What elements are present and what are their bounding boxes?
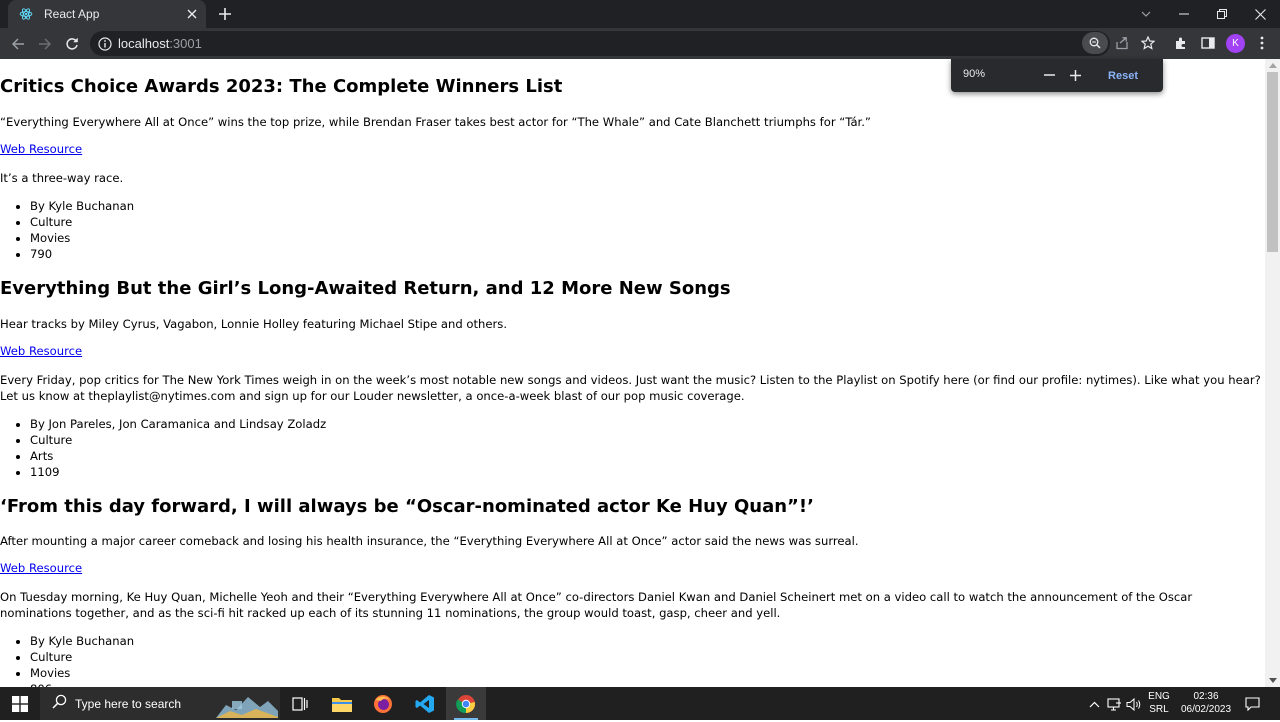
- article-abstract: After mounting a major career comeback a…: [0, 534, 859, 548]
- article-title: Critics Choice Awards 2023: The Complete…: [0, 76, 563, 97]
- meta-count: 790: [30, 246, 134, 262]
- taskbar-search-box[interactable]: Type here to search: [40, 687, 280, 720]
- meta-section: Culture: [30, 649, 134, 665]
- search-placeholder: Type here to search: [75, 696, 182, 711]
- keyboard-layout: SRL: [1149, 704, 1169, 715]
- minimize-window-button[interactable]: [1165, 0, 1203, 28]
- volume-icon[interactable]: [1125, 695, 1143, 713]
- show-hidden-icons-chevron-icon[interactable]: [1085, 695, 1103, 713]
- close-tab-icon[interactable]: [184, 6, 200, 22]
- windows-start-button[interactable]: [0, 687, 40, 720]
- article-meta-list: By Kyle Buchanan Culture Movies 806: [30, 633, 134, 687]
- scroll-up-arrow-icon[interactable]: [1269, 63, 1277, 68]
- input-language-indicator[interactable]: ENG SRL: [1146, 690, 1172, 716]
- url-text[interactable]: localhost:3001: [118, 36, 202, 51]
- article-lead: It’s a three-way race.: [0, 171, 124, 185]
- web-resource-link[interactable]: Web Resource: [0, 561, 82, 575]
- meta-count: 1109: [30, 464, 326, 480]
- zoom-level-text: 90%: [963, 68, 986, 80]
- meta-subsection: Arts: [30, 448, 326, 464]
- profile-avatar[interactable]: K: [1226, 34, 1245, 53]
- file-explorer-icon[interactable]: [322, 687, 362, 720]
- web-resource-link[interactable]: Web Resource: [0, 142, 82, 156]
- zoom-popup: 90% Reset: [951, 59, 1163, 92]
- article-title: Everything But the Girl’s Long-Awaited R…: [0, 278, 731, 299]
- restore-window-button[interactable]: [1203, 0, 1241, 28]
- meta-byline: By Kyle Buchanan: [30, 198, 134, 214]
- language-code: ENG: [1148, 691, 1170, 702]
- reload-button[interactable]: [60, 32, 84, 56]
- meta-subsection: Movies: [30, 665, 134, 681]
- search-highlight-landscape-icon[interactable]: [216, 691, 278, 718]
- notifications-icon[interactable]: [1243, 695, 1261, 713]
- article-abstract: Hear tracks by Miley Cyrus, Vagabon, Lon…: [0, 317, 508, 331]
- scroll-thumb[interactable]: [1267, 72, 1278, 252]
- chrome-icon[interactable]: [446, 687, 486, 720]
- search-icon: [52, 694, 67, 713]
- article-lead: On Tuesday morning, Ke Huy Quan, Michell…: [0, 590, 1193, 620]
- share-icon[interactable]: [1113, 34, 1131, 52]
- react-icon: [18, 6, 34, 22]
- network-icon[interactable]: [1105, 695, 1123, 713]
- tab-title: React App: [44, 7, 100, 21]
- web-resource-link[interactable]: Web Resource: [0, 344, 82, 358]
- site-info-icon[interactable]: [98, 36, 112, 51]
- address-bar[interactable]: localhost:3001: [90, 31, 1155, 56]
- page-scrollbar[interactable]: [1265, 59, 1280, 687]
- clock-time: 02:36: [1193, 691, 1219, 702]
- firefox-icon[interactable]: [363, 687, 403, 720]
- extensions-icon[interactable]: [1171, 33, 1191, 53]
- url-host: localhost: [118, 36, 170, 51]
- clock-date: 06/02/2023: [1180, 704, 1232, 715]
- vscode-icon[interactable]: [405, 687, 445, 720]
- windows-taskbar: Type here to search ENG SRL 02:36 06/02/…: [0, 687, 1280, 720]
- new-tab-button[interactable]: [214, 3, 236, 25]
- tab-search-chevron-icon[interactable]: [1127, 0, 1165, 28]
- article-lead: Every Friday, pop critics for The New Yo…: [0, 373, 1261, 403]
- browser-toolbar: localhost:3001 K: [0, 28, 1280, 59]
- meta-byline: By Kyle Buchanan: [30, 633, 134, 649]
- meta-section: Culture: [30, 432, 326, 448]
- scroll-down-arrow-icon[interactable]: [1269, 678, 1277, 683]
- back-button[interactable]: [6, 32, 30, 56]
- zoom-in-button[interactable]: [1066, 66, 1084, 84]
- tab-strip: React App: [0, 0, 1280, 28]
- browser-tab[interactable]: React App: [8, 0, 206, 28]
- forward-button[interactable]: [33, 32, 57, 56]
- zoom-icon[interactable]: [1082, 32, 1108, 54]
- article-meta-list: By Jon Pareles, Jon Caramanica and Linds…: [30, 416, 326, 480]
- meta-byline: By Jon Pareles, Jon Caramanica and Linds…: [30, 416, 326, 432]
- meta-section: Culture: [30, 214, 134, 230]
- close-window-button[interactable]: [1241, 0, 1279, 28]
- clock[interactable]: 02:36 06/02/2023: [1176, 690, 1236, 716]
- page-viewport: Critics Choice Awards 2023: The Complete…: [0, 59, 1265, 687]
- article-meta-list: By Kyle Buchanan Culture Movies 790: [30, 198, 134, 262]
- zoom-out-button[interactable]: [1040, 66, 1058, 84]
- meta-subsection: Movies: [30, 230, 134, 246]
- task-view-button[interactable]: [280, 687, 320, 720]
- url-port: :3001: [169, 36, 202, 51]
- article-title: ‘From this day forward, I will always be…: [0, 496, 814, 517]
- zoom-reset-button[interactable]: Reset: [1097, 66, 1149, 86]
- side-panel-icon[interactable]: [1198, 33, 1218, 53]
- bookmark-star-icon[interactable]: [1139, 34, 1157, 52]
- more-menu-icon[interactable]: [1252, 33, 1272, 53]
- article-abstract: “Everything Everywhere All at Once” wins…: [0, 115, 871, 129]
